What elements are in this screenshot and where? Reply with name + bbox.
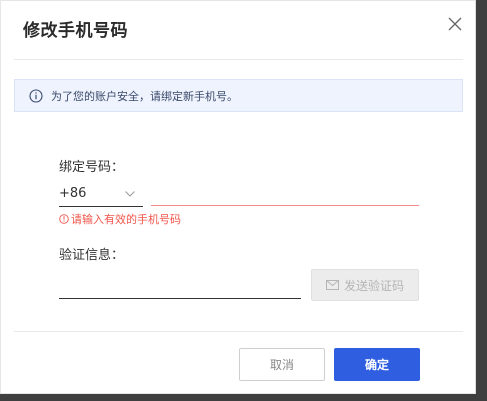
overlay-edge-bottom bbox=[0, 394, 487, 401]
info-icon bbox=[29, 88, 43, 103]
phone-input[interactable] bbox=[151, 184, 419, 206]
close-icon[interactable] bbox=[447, 16, 463, 32]
change-phone-dialog: 修改手机号码 为了您的账户安全，请绑定新手机号。 绑定号码： +86 请输入有效… bbox=[0, 0, 476, 394]
send-code-button[interactable]: 发送验证码 bbox=[311, 269, 419, 301]
country-code-value: +86 bbox=[59, 186, 87, 201]
verification-code-input[interactable] bbox=[59, 275, 301, 299]
dialog-title: 修改手机号码 bbox=[23, 21, 128, 41]
phone-error-text: 请输入有效的手机号码 bbox=[71, 213, 181, 226]
cancel-button[interactable]: 取消 bbox=[239, 348, 325, 381]
error-icon bbox=[59, 214, 69, 224]
chevron-down-icon bbox=[125, 191, 135, 197]
phone-label: 绑定号码： bbox=[59, 160, 125, 175]
code-label: 验证信息： bbox=[59, 248, 125, 263]
security-notice: 为了您的账户安全，请绑定新手机号。 bbox=[14, 79, 463, 112]
footer-divider bbox=[14, 331, 463, 332]
overlay-edge-right bbox=[476, 0, 487, 401]
confirm-button[interactable]: 确定 bbox=[334, 348, 420, 381]
send-code-label: 发送验证码 bbox=[343, 278, 404, 293]
notice-text: 为了您的账户安全，请绑定新手机号。 bbox=[51, 89, 238, 103]
phone-error: 请输入有效的手机号码 bbox=[59, 211, 181, 227]
country-code-select[interactable]: +86 bbox=[59, 184, 143, 207]
header-divider bbox=[14, 59, 463, 60]
mail-icon bbox=[325, 280, 339, 290]
